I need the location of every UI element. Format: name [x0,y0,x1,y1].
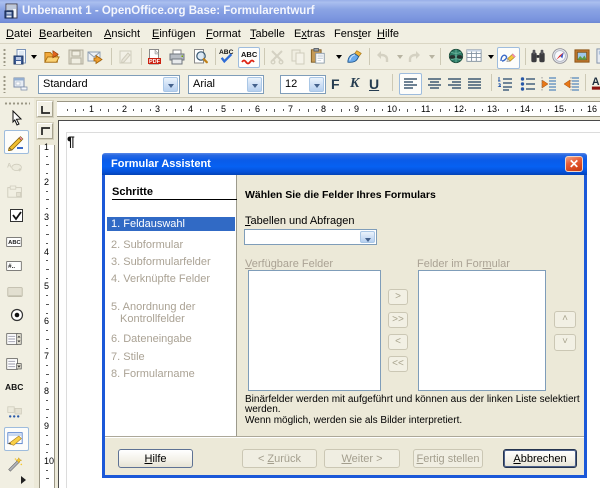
svg-text:#..: #.. [8,263,15,270]
svg-text:ABC: ABC [241,50,257,59]
svg-text:A: A [7,162,12,169]
svg-text:A: A [592,76,600,88]
svg-text:PDF: PDF [149,59,161,65]
svg-text:ABC: ABC [8,240,21,246]
